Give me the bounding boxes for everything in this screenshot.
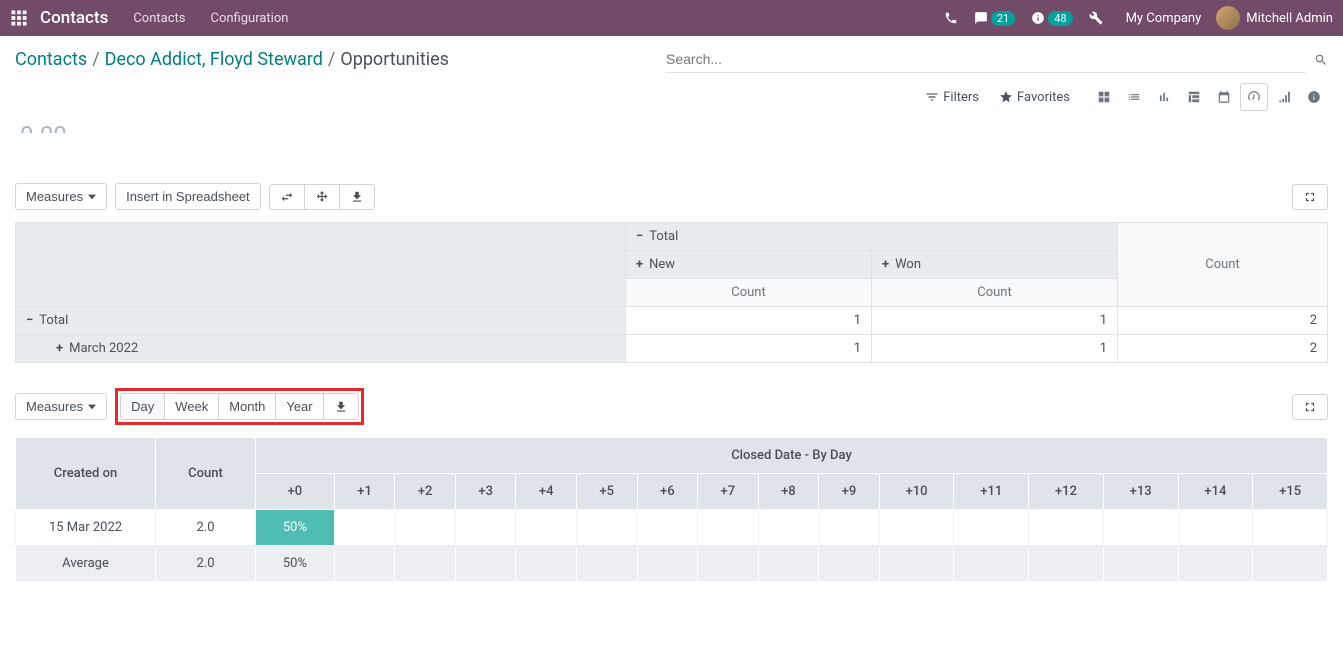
cohort-offset: +8: [758, 474, 819, 510]
view-graph[interactable]: [1150, 83, 1178, 111]
period-day[interactable]: Day: [120, 393, 165, 420]
view-list[interactable]: [1120, 83, 1148, 111]
breadcrumb: Contacts / Deco Addict, Floyd Steward / …: [15, 49, 449, 70]
expand-icon: +: [636, 257, 643, 272]
table-row: 15 Mar 2022 2.0 50%: [16, 510, 1328, 546]
cohort-offset: +14: [1178, 474, 1253, 510]
pivot-col-won[interactable]: +Won: [872, 251, 1118, 279]
cohort-offset: +4: [516, 474, 577, 510]
messages-badge: 21: [991, 11, 1015, 26]
view-dashboard[interactable]: [1240, 83, 1268, 111]
expand-icon: [315, 190, 329, 204]
search-icon[interactable]: [1314, 52, 1328, 67]
fullscreen-button[interactable]: [1292, 184, 1328, 210]
cohort-offset: +11: [954, 474, 1029, 510]
cohort-created-on: Created on: [16, 438, 156, 510]
expand-all-button[interactable]: [304, 184, 340, 210]
pivot-table: −Total Count +New +Won Count Count −Tota…: [15, 222, 1328, 363]
nav-contacts[interactable]: Contacts: [133, 11, 185, 26]
view-calendar[interactable]: [1210, 83, 1238, 111]
period-month[interactable]: Month: [218, 393, 276, 420]
pivot-row-month[interactable]: +March 2022: [16, 335, 626, 363]
table-row: +March 2022 1 1 2: [16, 335, 1328, 363]
user-menu[interactable]: Mitchell Admin: [1216, 6, 1333, 30]
flip-axis-button[interactable]: [269, 184, 305, 210]
cohort-fullscreen-button[interactable]: [1292, 394, 1328, 420]
pivot-col-new[interactable]: +New: [626, 251, 872, 279]
filters-button[interactable]: Filters: [925, 90, 979, 105]
user-name: Mitchell Admin: [1246, 11, 1333, 26]
fullscreen-icon: [1303, 400, 1317, 414]
cohort-measures-button[interactable]: Measures: [15, 393, 107, 420]
cutoff-text: 0.00: [20, 121, 1328, 133]
download-button[interactable]: [339, 184, 375, 210]
view-pivot[interactable]: [1180, 83, 1208, 111]
cohort-table: Created on Count Closed Date - By Day +0…: [15, 437, 1328, 582]
cohort-offset: +10: [879, 474, 954, 510]
view-activity[interactable]: [1300, 83, 1328, 111]
collapse-icon: −: [26, 313, 33, 328]
period-week[interactable]: Week: [164, 393, 219, 420]
cohort-offset: +12: [1029, 474, 1104, 510]
company-name[interactable]: My Company: [1126, 11, 1202, 26]
cohort-offset: +15: [1253, 474, 1328, 510]
pivot-col-total[interactable]: −Total: [626, 223, 1118, 251]
cohort-offset: +7: [698, 474, 759, 510]
breadcrumb-current: Opportunities: [340, 49, 449, 70]
fullscreen-icon: [1303, 190, 1317, 204]
cohort-count: Count: [156, 438, 256, 510]
breadcrumb-partner[interactable]: Deco Addict, Floyd Steward: [105, 49, 323, 70]
activities-icon[interactable]: 48: [1031, 11, 1072, 26]
swap-icon: [280, 190, 294, 204]
pivot-row-total[interactable]: −Total: [16, 307, 626, 335]
search-input[interactable]: [666, 46, 1306, 73]
cohort-offset: +13: [1103, 474, 1178, 510]
avatar: [1216, 6, 1240, 30]
cohort-offset: +2: [395, 474, 456, 510]
download-icon: [350, 190, 364, 204]
measures-button[interactable]: Measures: [15, 183, 107, 210]
period-highlight: Day Week Month Year: [115, 388, 364, 425]
breadcrumb-contacts[interactable]: Contacts: [15, 49, 87, 70]
cohort-offset: +1: [334, 474, 395, 510]
apps-icon[interactable]: [10, 9, 28, 27]
favorites-button[interactable]: Favorites: [999, 90, 1070, 105]
nav-configuration[interactable]: Configuration: [210, 11, 288, 26]
table-row-average: Average 2.0 50%: [16, 546, 1328, 582]
view-cohort[interactable]: [1270, 83, 1298, 111]
view-kanban[interactable]: [1090, 83, 1118, 111]
app-brand[interactable]: Contacts: [40, 8, 108, 28]
phone-icon[interactable]: [944, 11, 958, 25]
cohort-offset: +3: [455, 474, 516, 510]
caret-down-icon: [88, 403, 96, 411]
cohort-offset: +9: [819, 474, 880, 510]
messages-icon[interactable]: 21: [974, 11, 1015, 26]
download-icon: [334, 400, 348, 414]
cohort-closed-label: Closed Date - By Day: [256, 438, 1328, 474]
caret-down-icon: [88, 193, 96, 201]
cohort-offset: +6: [637, 474, 698, 510]
debug-icon[interactable]: [1089, 11, 1103, 25]
collapse-icon: −: [636, 229, 643, 244]
cohort-download-button[interactable]: [323, 393, 359, 420]
table-row: −Total 1 1 2: [16, 307, 1328, 335]
expand-icon: +: [56, 341, 63, 356]
expand-icon: +: [882, 257, 889, 272]
cohort-offset: +5: [576, 474, 637, 510]
activities-badge: 48: [1048, 11, 1072, 26]
period-year[interactable]: Year: [275, 393, 323, 420]
cohort-offset: +0: [256, 474, 335, 510]
insert-spreadsheet-button[interactable]: Insert in Spreadsheet: [115, 183, 261, 210]
